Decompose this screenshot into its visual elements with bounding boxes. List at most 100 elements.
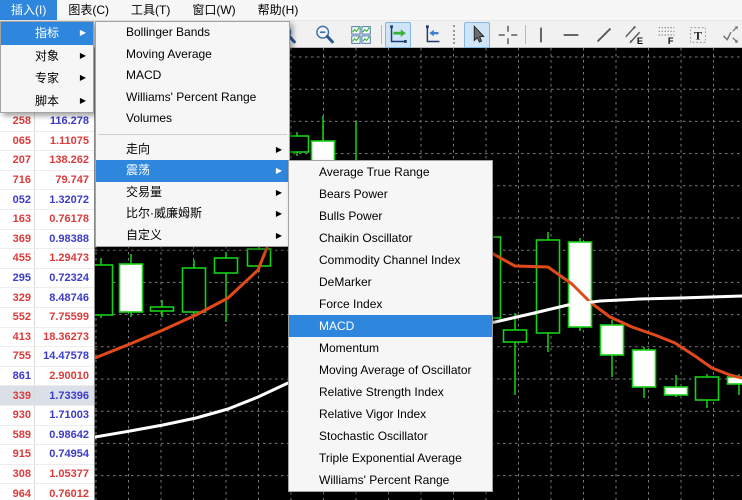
market-watch-row-11[interactable]: 41318.36273 — [0, 328, 94, 348]
price-cell-right: 0.98642 — [35, 429, 94, 441]
market-watch-row-10[interactable]: 5527.75599 — [0, 308, 94, 328]
horizontal-line-tool-button[interactable] — [558, 22, 584, 48]
price-cell-left: 207 — [0, 151, 35, 170]
oscillator-item-5[interactable]: DeMarker — [289, 271, 492, 293]
menubar-item-3[interactable]: 窗口(W) — [181, 0, 246, 20]
indicator-group-2[interactable]: 交易量▶ — [96, 182, 289, 204]
zoom-out-button[interactable] — [312, 22, 338, 48]
oscillator-item-3[interactable]: Chaikin Oscillator — [289, 227, 492, 249]
oscillator-item-8[interactable]: Momentum — [289, 337, 492, 359]
fibonacci-tool-button[interactable]: F — [654, 22, 680, 48]
market-watch-row-15[interactable]: 9301.71003 — [0, 406, 94, 426]
price-cell-left: 930 — [0, 406, 35, 425]
market-watch-row-9[interactable]: 3298.48746 — [0, 288, 94, 308]
oscillator-item-12[interactable]: Stochastic Oscillator — [289, 425, 492, 447]
market-watch-row-14[interactable]: 3391.73396 — [0, 386, 94, 406]
crosshair-icon — [496, 23, 520, 47]
submenu-arrow-icon: ▶ — [276, 225, 282, 247]
indicator-item-2-label: MACD — [96, 65, 289, 87]
oscillator-item-5-label: DeMarker — [289, 271, 492, 293]
price-cell-right: 0.98388 — [35, 233, 94, 245]
fibonacci-icon: F — [655, 23, 679, 47]
indicator-group-4[interactable]: 自定义▶ — [96, 225, 289, 247]
indicator-item-0[interactable]: Bollinger Bands — [96, 22, 289, 44]
oscillator-item-14[interactable]: Williams' Percent Range — [289, 469, 492, 491]
market-watch-row-0[interactable]: 258116.278 — [0, 112, 94, 132]
price-cell-right: 0.76012 — [35, 488, 94, 500]
oscillator-item-4[interactable]: Commodity Channel Index — [289, 249, 492, 271]
crosshair-tool-button[interactable] — [495, 22, 521, 48]
market-watch-row-19[interactable]: 9640.76012 — [0, 484, 94, 500]
oscillator-item-1[interactable]: Bears Power — [289, 183, 492, 205]
vertical-line-tool-button[interactable] — [528, 22, 554, 48]
indicator-item-3[interactable]: Williams' Percent Range — [96, 87, 289, 109]
market-watch-row-13[interactable]: 8612.90010 — [0, 367, 94, 387]
oscillator-item-11[interactable]: Relative Vigor Index — [289, 403, 492, 425]
oscillator-item-11-label: Relative Vigor Index — [289, 403, 492, 425]
price-cell-left: 065 — [0, 132, 35, 151]
market-watch-row-1[interactable]: 0651.11075 — [0, 132, 94, 152]
market-watch-row-2[interactable]: 207138.262 — [0, 151, 94, 171]
market-watch-row-7[interactable]: 4551.29473 — [0, 249, 94, 269]
svg-text:F: F — [668, 36, 674, 46]
indicator-item-4[interactable]: Volumes — [96, 108, 289, 130]
insert-menu-item-2[interactable]: 专家▶ — [1, 67, 93, 90]
submenu-arrow-icon: ▶ — [80, 45, 86, 68]
oscillator-item-9-label: Moving Average of Oscillator — [289, 359, 492, 381]
menubar-item-1[interactable]: 图表(C) — [57, 0, 120, 20]
auto-scroll-icon — [386, 23, 410, 47]
auto-scroll-button[interactable] — [385, 22, 411, 48]
equidistant-channel-tool-button[interactable]: E — [622, 22, 648, 48]
menubar-item-2[interactable]: 工具(T) — [120, 0, 181, 20]
price-cell-left: 258 — [0, 112, 35, 131]
price-cell-right: 0.72324 — [35, 272, 94, 284]
oscillator-item-2[interactable]: Bulls Power — [289, 205, 492, 227]
chart-shift-button[interactable] — [419, 22, 445, 48]
price-cell-left: 295 — [0, 269, 35, 288]
oscillator-item-6[interactable]: Force Index — [289, 293, 492, 315]
insert-menu-item-0[interactable]: 指标▶ — [1, 22, 93, 45]
price-cell-left: 755 — [0, 347, 35, 366]
indicator-group-3[interactable]: 比尔·威廉姆斯▶ — [96, 203, 289, 225]
price-cell-left: 716 — [0, 171, 35, 190]
indicator-group-0[interactable]: 走向▶ — [96, 139, 289, 161]
price-cell-left: 163 — [0, 210, 35, 229]
submenu-arrow-icon: ▶ — [80, 22, 86, 45]
market-watch-row-6[interactable]: 3690.98388 — [0, 230, 94, 250]
oscillator-item-7[interactable]: MACD — [289, 315, 492, 337]
menubar-item-0[interactable]: 插入(I) — [0, 0, 57, 20]
indicator-item-4-label: Volumes — [96, 108, 289, 130]
submenu-arrow-icon: ▶ — [80, 90, 86, 113]
oscillator-item-10[interactable]: Relative Strength Index — [289, 381, 492, 403]
price-cell-left: 413 — [0, 328, 35, 347]
market-watch-row-4[interactable]: 0521.32072 — [0, 190, 94, 210]
insert-menu-item-1[interactable]: 对象▶ — [1, 45, 93, 68]
market-watch-row-8[interactable]: 2950.72324 — [0, 269, 94, 289]
horizontal-line-icon — [559, 23, 583, 47]
arrows-tool-button[interactable] — [717, 22, 742, 48]
submenu-arrow-icon: ▶ — [276, 160, 282, 182]
indicator-item-2[interactable]: MACD — [96, 65, 289, 87]
indicator-item-1[interactable]: Moving Average — [96, 44, 289, 66]
market-watch-row-3[interactable]: 71679.747 — [0, 171, 94, 191]
menubar-item-4[interactable]: 帮助(H) — [247, 0, 310, 20]
oscillator-item-13[interactable]: Triple Exponential Average — [289, 447, 492, 469]
indicator-item-0-label: Bollinger Bands — [96, 22, 289, 44]
indicator-group-1[interactable]: 震荡▶ — [96, 160, 289, 182]
price-cell-left: 964 — [0, 484, 35, 500]
tile-windows-button[interactable] — [348, 22, 374, 48]
price-cell-right: 1.71003 — [35, 409, 94, 421]
market-watch-row-5[interactable]: 1630.76178 — [0, 210, 94, 230]
market-watch-row-18[interactable]: 3081.05377 — [0, 465, 94, 485]
market-watch-row-17[interactable]: 9150.74954 — [0, 445, 94, 465]
cursor-tool-button[interactable] — [464, 22, 490, 48]
insert-dropdown-menu: 指标▶对象▶专家▶脚本▶ — [0, 21, 94, 113]
insert-menu-item-3[interactable]: 脚本▶ — [1, 90, 93, 113]
market-watch-row-16[interactable]: 5890.98642 — [0, 426, 94, 446]
trendline-tool-button[interactable] — [591, 22, 617, 48]
oscillator-item-9[interactable]: Moving Average of Oscillator — [289, 359, 492, 381]
oscillator-item-0[interactable]: Average True Range — [289, 161, 492, 183]
market-watch-row-12[interactable]: 75514.47578 — [0, 347, 94, 367]
oscillator-item-10-label: Relative Strength Index — [289, 381, 492, 403]
text-tool-button[interactable]: T — [685, 22, 711, 48]
